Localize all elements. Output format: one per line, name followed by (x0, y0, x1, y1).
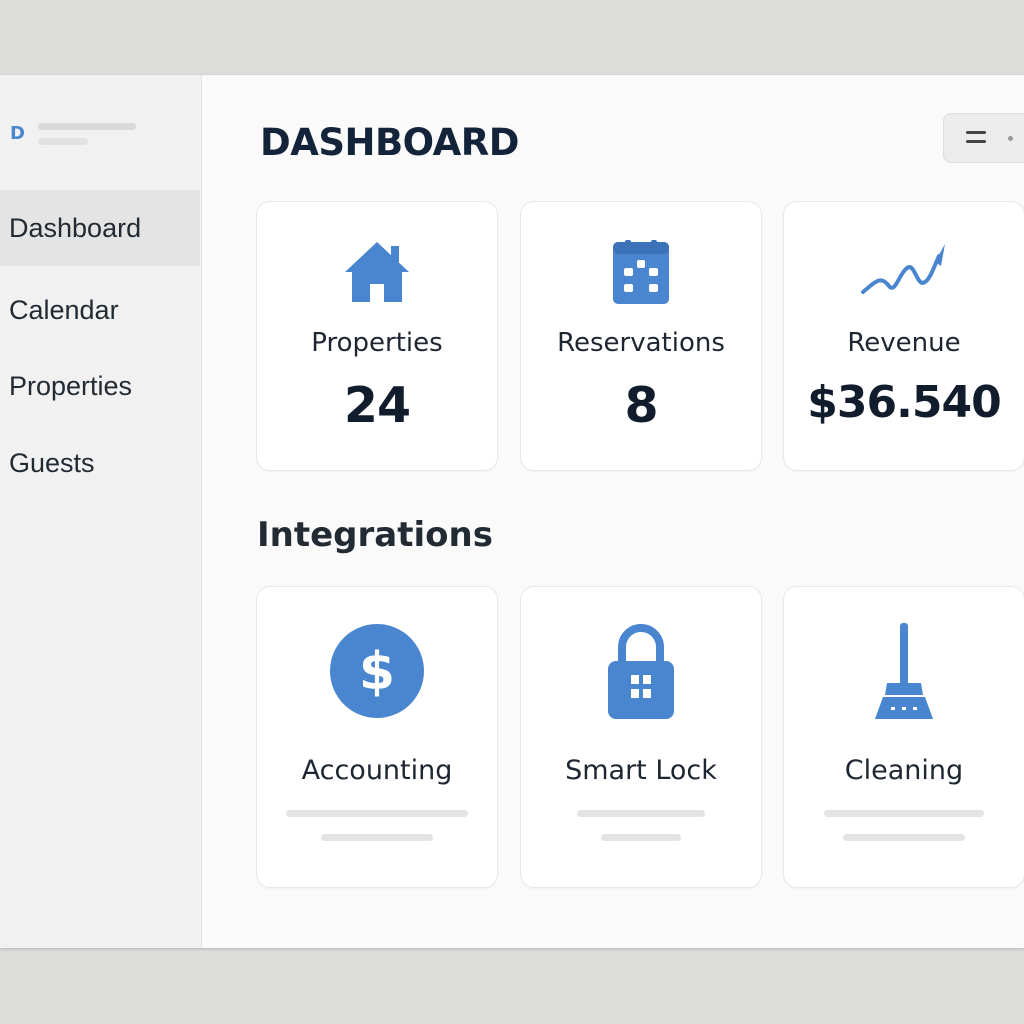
integration-label: Smart Lock (565, 755, 717, 786)
stat-card-revenue[interactable]: Revenue $36.540 (783, 201, 1024, 471)
house-icon (343, 240, 411, 308)
stat-label: Reservations (557, 328, 725, 358)
description-placeholder (321, 834, 433, 841)
sidebar-item-properties[interactable]: Properties (0, 348, 200, 424)
logo-subtext-placeholder (38, 138, 88, 145)
dollar-icon: $ (329, 623, 425, 723)
stat-card-reservations[interactable]: Reservations 8 (520, 201, 762, 471)
padlock-icon (608, 623, 674, 723)
page-title: DASHBOARD (260, 121, 519, 164)
sidebar-item-label: Dashboard (9, 212, 142, 243)
description-placeholder (843, 834, 965, 841)
integration-label: Accounting (301, 755, 453, 786)
stat-value: $36.540 (807, 377, 1001, 428)
sidebar-item-label: Calendar (9, 294, 119, 325)
stat-label: Revenue (847, 328, 961, 358)
more-dot-icon (1008, 136, 1013, 141)
stat-value: 8 (624, 377, 658, 434)
menu-icon (966, 131, 988, 145)
stat-card-properties[interactable]: Properties 24 (256, 201, 498, 471)
stat-label: Properties (311, 328, 443, 358)
app-logo[interactable]: D (10, 123, 170, 153)
integration-card-smart-lock[interactable]: Smart Lock (520, 586, 762, 888)
app-window: D Dashboard Calendar Properties Guests D… (0, 75, 1024, 948)
sidebar-item-guests[interactable]: Guests (0, 425, 200, 501)
broom-icon (869, 623, 939, 723)
section-title-integrations: Integrations (257, 515, 493, 555)
trend-line-icon (859, 240, 949, 304)
description-placeholder (286, 810, 468, 817)
svg-text:$: $ (359, 642, 395, 702)
description-placeholder (824, 810, 984, 817)
logo-mark: D (10, 123, 25, 144)
stat-value: 24 (343, 377, 411, 434)
integration-label: Cleaning (844, 755, 964, 786)
sidebar-item-calendar[interactable]: Calendar (0, 272, 200, 348)
logo-text-placeholder (38, 123, 136, 130)
sidebar: D Dashboard Calendar Properties Guests (0, 75, 202, 948)
sidebar-item-label: Properties (9, 370, 133, 401)
integration-card-accounting[interactable]: $ Accounting (256, 586, 498, 888)
main-content: DASHBOARD Properties 24 Reservations 8 R… (202, 75, 1024, 948)
description-placeholder (601, 834, 681, 841)
calendar-icon (613, 240, 669, 308)
sidebar-item-label: Guests (9, 447, 95, 478)
integration-card-cleaning[interactable]: Cleaning (783, 586, 1024, 888)
menu-button[interactable] (943, 113, 1024, 163)
description-placeholder (577, 810, 705, 817)
sidebar-item-dashboard[interactable]: Dashboard (0, 190, 200, 266)
